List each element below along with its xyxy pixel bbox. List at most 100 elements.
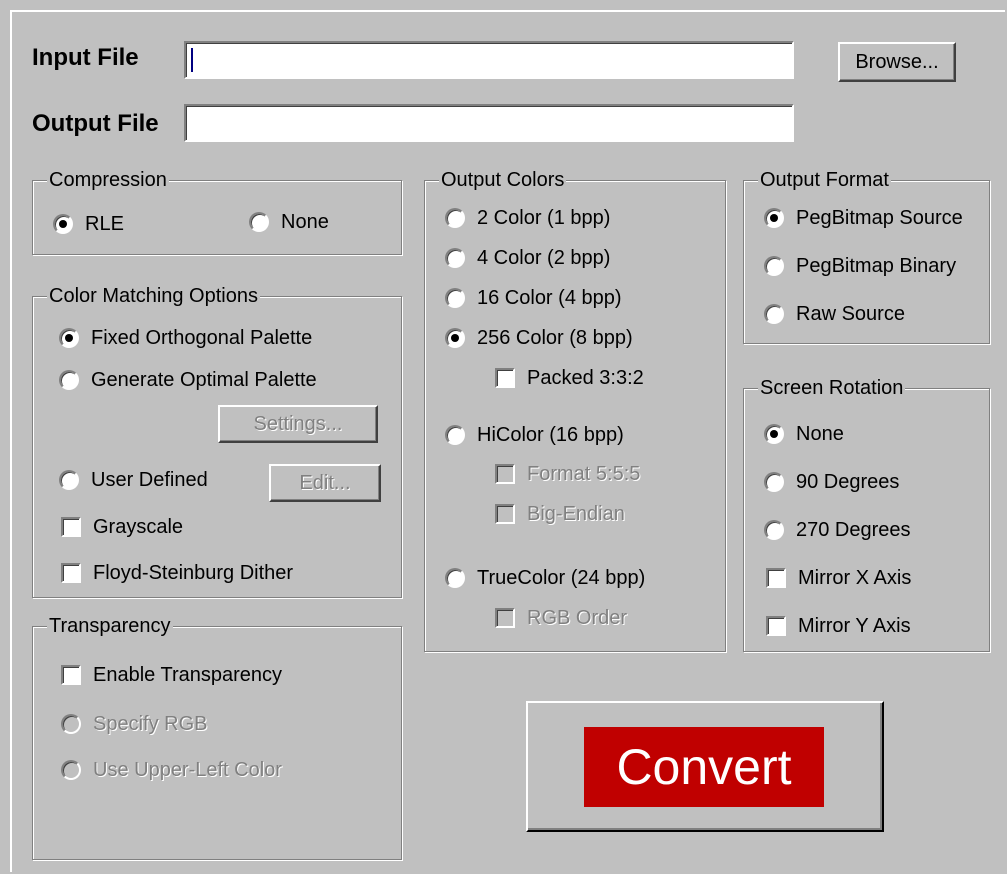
dither-checkbox[interactable]: Floyd-Steinburg Dither [61, 561, 293, 585]
pegbitmap-source-radio[interactable]: PegBitmap Source [764, 206, 963, 230]
color-16-radio[interactable]: 16 Color (4 bpp) [445, 286, 622, 310]
color-matching-group: Color Matching Options Fixed Orthogonal … [32, 284, 402, 598]
big-endian-checkbox[interactable]: Big-Endian [495, 502, 625, 526]
pegbitmap-binary-label: PegBitmap Binary [796, 255, 957, 277]
output-format-title: Output Format [758, 168, 891, 192]
compression-title: Compression [47, 168, 169, 192]
compression-rle-radio[interactable]: RLE [53, 212, 124, 236]
color-16-label: 16 Color (4 bpp) [477, 287, 622, 309]
mirror-x-checkbox[interactable]: Mirror X Axis [766, 566, 911, 590]
radio-icon [764, 256, 784, 276]
checkbox-icon [766, 616, 786, 636]
screen-rotation-group: Screen Rotation None 90 Degrees 270 Degr… [743, 376, 990, 652]
user-defined-radio[interactable]: User Defined [59, 468, 208, 492]
checkbox-icon [495, 368, 515, 388]
radio-icon [445, 208, 465, 228]
checkbox-icon [495, 608, 515, 628]
output-file-label: Output File [32, 110, 159, 137]
mirror-x-label: Mirror X Axis [798, 567, 912, 589]
dither-label: Floyd-Steinburg Dither [93, 562, 294, 584]
checkbox-icon [766, 568, 786, 588]
radio-selected-icon [764, 424, 784, 444]
specify-rgb-label: Specify RGB [93, 713, 208, 735]
color-4-label: 4 Color (2 bpp) [477, 247, 611, 269]
optimal-palette-radio[interactable]: Generate Optimal Palette [59, 368, 317, 392]
radio-icon [445, 568, 465, 588]
pegbitmap-source-label: PegBitmap Source [796, 207, 963, 229]
rotation-none-label: None [796, 423, 844, 445]
specify-rgb-radio[interactable]: Specify RGB [61, 712, 207, 736]
radio-icon [61, 714, 81, 734]
hicolor-label: HiColor (16 bpp) [477, 424, 624, 446]
hicolor-radio[interactable]: HiColor (16 bpp) [445, 423, 624, 447]
truecolor-radio[interactable]: TrueColor (24 bpp) [445, 566, 645, 590]
color-2-label: 2 Color (1 bpp) [477, 207, 611, 229]
output-colors-title: Output Colors [439, 168, 567, 192]
compression-rle-label: RLE [85, 213, 124, 235]
big-endian-label: Big-Endian [527, 503, 625, 525]
enable-transparency-checkbox[interactable]: Enable Transparency [61, 663, 282, 687]
radio-icon [764, 520, 784, 540]
radio-icon [249, 212, 269, 232]
checkbox-icon [61, 517, 81, 537]
rotation-90-label: 90 Degrees [796, 471, 900, 493]
radio-icon [764, 472, 784, 492]
fixed-palette-radio[interactable]: Fixed Orthogonal Palette [59, 326, 312, 350]
color-4-radio[interactable]: 4 Color (2 bpp) [445, 246, 610, 270]
color-256-radio[interactable]: 256 Color (8 bpp) [445, 326, 633, 350]
format-555-label: Format 5:5:5 [527, 463, 641, 485]
mirror-y-checkbox[interactable]: Mirror Y Axis [766, 614, 911, 638]
convert-label: Convert [584, 727, 824, 807]
output-format-group: Output Format PegBitmap Source PegBitmap… [743, 168, 990, 344]
rotation-90-radio[interactable]: 90 Degrees [764, 470, 899, 494]
color-2-radio[interactable]: 2 Color (1 bpp) [445, 206, 610, 230]
raw-source-radio[interactable]: Raw Source [764, 302, 905, 326]
rotation-270-label: 270 Degrees [796, 519, 911, 541]
color-matching-title: Color Matching Options [47, 284, 260, 308]
fixed-palette-label: Fixed Orthogonal Palette [91, 327, 313, 349]
user-defined-label: User Defined [91, 469, 208, 491]
rgb-order-label: RGB Order [527, 607, 628, 629]
radio-icon [445, 425, 465, 445]
radio-icon [445, 248, 465, 268]
checkbox-icon [61, 665, 81, 685]
output-file-field[interactable] [184, 104, 794, 142]
transparency-title: Transparency [47, 614, 173, 638]
settings-button[interactable]: Settings... [218, 405, 378, 443]
radio-icon [59, 470, 79, 490]
enable-transparency-label: Enable Transparency [93, 664, 283, 686]
output-colors-group: Output Colors 2 Color (1 bpp) 4 Color (2… [424, 168, 726, 652]
optimal-palette-label: Generate Optimal Palette [91, 369, 317, 391]
compression-none-radio[interactable]: None [249, 210, 329, 234]
text-caret [191, 48, 193, 72]
upper-left-color-radio[interactable]: Use Upper-Left Color [61, 758, 282, 782]
packed-332-checkbox[interactable]: Packed 3:3:2 [495, 366, 644, 390]
convert-button[interactable]: Convert [526, 701, 884, 832]
radio-icon [764, 304, 784, 324]
mirror-y-label: Mirror Y Axis [798, 615, 911, 637]
radio-selected-icon [445, 328, 465, 348]
browse-button[interactable]: Browse... [838, 42, 956, 82]
rotation-270-radio[interactable]: 270 Degrees [764, 518, 911, 542]
grayscale-label: Grayscale [93, 516, 184, 538]
radio-selected-icon [764, 208, 784, 228]
grayscale-checkbox[interactable]: Grayscale [61, 515, 183, 539]
input-file-field[interactable] [184, 41, 794, 79]
compression-none-label: None [281, 211, 329, 233]
truecolor-label: TrueColor (24 bpp) [477, 567, 646, 589]
rgb-order-checkbox[interactable]: RGB Order [495, 606, 627, 630]
format-555-checkbox[interactable]: Format 5:5:5 [495, 462, 640, 486]
checkbox-icon [495, 464, 515, 484]
radio-icon [59, 370, 79, 390]
compression-group: Compression RLE None [32, 168, 402, 255]
radio-selected-icon [59, 328, 79, 348]
radio-selected-icon [53, 214, 73, 234]
edit-button[interactable]: Edit... [269, 464, 381, 502]
raw-source-label: Raw Source [796, 303, 905, 325]
packed-332-label: Packed 3:3:2 [527, 367, 644, 389]
upper-left-color-label: Use Upper-Left Color [93, 759, 282, 781]
rotation-none-radio[interactable]: None [764, 422, 844, 446]
pegbitmap-binary-radio[interactable]: PegBitmap Binary [764, 254, 956, 278]
input-file-label: Input File [32, 44, 139, 71]
checkbox-icon [61, 563, 81, 583]
